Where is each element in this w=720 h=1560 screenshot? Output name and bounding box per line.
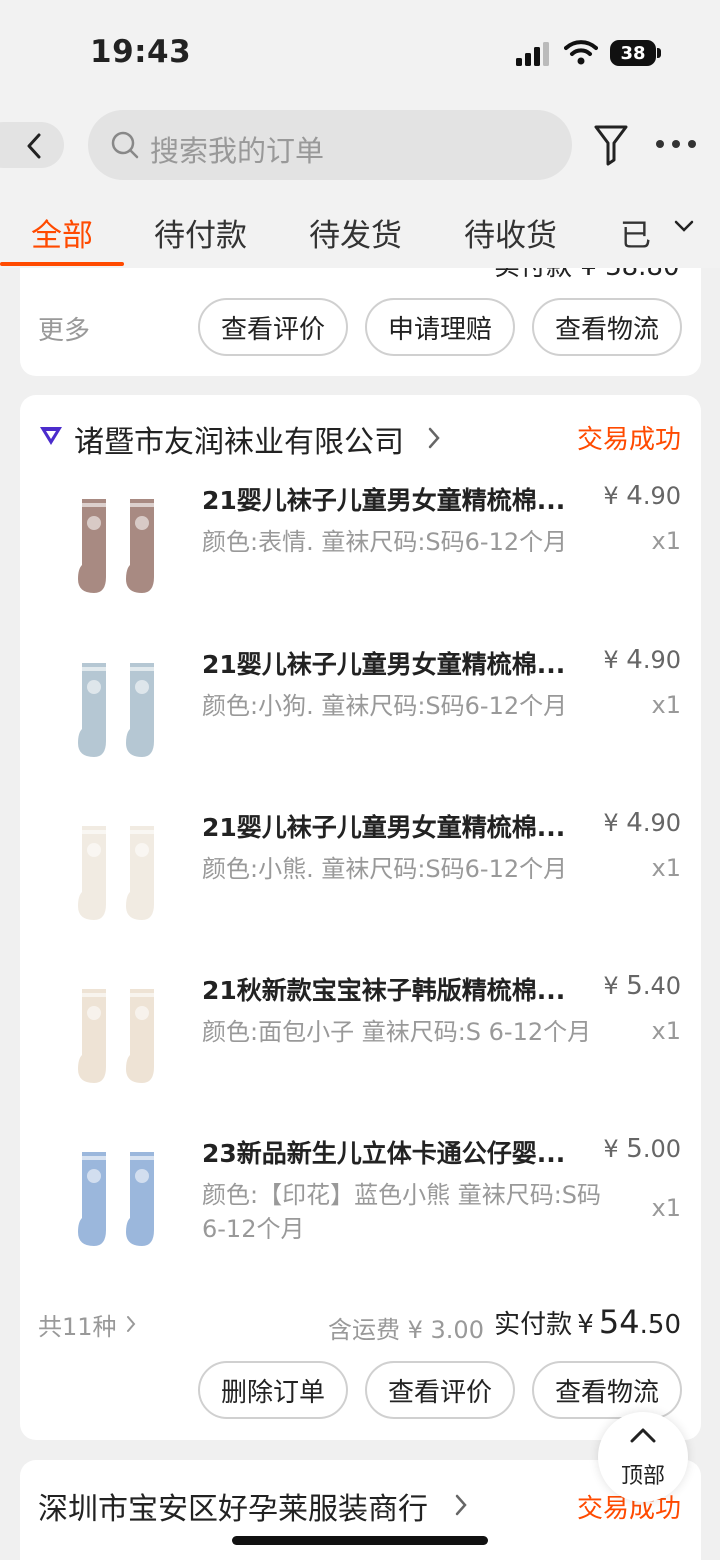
product-thumbnail[interactable] [64, 816, 174, 936]
view-review-button[interactable]: 查看评价 [365, 1361, 515, 1419]
product-thumbnail[interactable] [64, 979, 174, 1099]
tab-pending-shipment[interactable]: 待发货 [309, 210, 402, 255]
price-symbol: ¥ [603, 482, 619, 510]
chevron-left-icon [27, 133, 41, 159]
battery-level: 38 [620, 42, 646, 64]
paid-amount: 实付款 ¥ 54.50 [494, 1303, 681, 1341]
more-options-icon[interactable] [656, 140, 696, 148]
price-dec: .00 [642, 1135, 681, 1163]
scroll-to-top-label: 顶部 [620, 1464, 665, 1489]
chevron-right-icon [455, 1494, 467, 1516]
product-spec: 颜色:【印花】蓝色小熊 童袜尺码:S码6-12个月 [202, 1181, 602, 1243]
price-dec: .90 [642, 646, 681, 674]
shipping-fee: 含运费 ¥ 3.00 [328, 1316, 484, 1344]
view-review-button[interactable]: 查看评价 [198, 298, 348, 356]
product-title[interactable]: 21婴儿袜子儿童男女童精梳棉... [202, 645, 582, 681]
search-input[interactable]: 搜索我的订单 [88, 110, 572, 180]
price-int: 5 [626, 971, 643, 1001]
filter-icon[interactable] [594, 124, 628, 166]
wifi-icon [564, 40, 598, 65]
paid-int: 54 [598, 1303, 640, 1341]
product-title[interactable]: 21婴儿袜子儿童男女童精梳棉... [202, 481, 582, 517]
product-thumbnail[interactable] [64, 489, 174, 609]
chevron-up-icon [630, 1428, 656, 1443]
order-card: 诸暨市友润袜业有限公司 交易成功 21婴儿袜子儿童男女童精梳棉... 颜色:表情.… [20, 395, 701, 1440]
battery-tip [657, 48, 661, 58]
price-int: 5 [626, 1134, 643, 1164]
price-int: 4 [626, 481, 643, 511]
price-symbol: ¥ [603, 972, 619, 1000]
shop-name[interactable]: 深圳市宝安区好孕莱服装商行 [38, 1484, 428, 1528]
search-placeholder: 搜索我的订单 [150, 134, 325, 168]
delete-order-button[interactable]: 删除订单 [198, 1361, 348, 1419]
product-quantity: x1 [651, 1017, 681, 1045]
product-quantity: x1 [651, 527, 681, 555]
order-item[interactable]: 21婴儿袜子儿童男女童精梳棉... 颜色:表情. 童袜尺码:S码6-12个月 ¥ 4… [20, 475, 701, 638]
product-price: ¥ 5.40 [603, 971, 681, 1001]
tab-pending-receipt[interactable]: 待收货 [464, 210, 557, 255]
product-quantity: x1 [651, 854, 681, 882]
product-price: ¥ 4.90 [603, 481, 681, 511]
back-button[interactable] [0, 122, 64, 168]
view-logistics-button[interactable]: 查看物流 [532, 298, 682, 356]
price-dec: .40 [642, 972, 681, 1000]
chevron-right-icon [428, 427, 440, 449]
order-item[interactable]: 23新品新生儿立体卡通公仔婴... 颜色:【印花】蓝色小熊 童袜尺码:S码6-12… [20, 1128, 701, 1291]
price-dec: .90 [642, 482, 681, 510]
shop-badge-icon [40, 427, 62, 445]
tab-all[interactable]: 全部 [31, 210, 93, 255]
home-indicator [232, 1536, 488, 1545]
product-quantity: x1 [651, 1194, 681, 1222]
product-price: ¥ 5.00 [603, 1134, 681, 1164]
order-item[interactable]: 21婴儿袜子儿童男女童精梳棉... 颜色:小熊. 童袜尺码:S码6-12个月 ¥ 4… [20, 802, 701, 965]
order-status: 交易成功 [576, 425, 681, 455]
paid-symbol: ¥ [577, 1310, 594, 1340]
paid-dec: .50 [639, 1310, 681, 1340]
clipped-paid-text: 实付款 ¥ 38.80 [494, 268, 680, 283]
tab-completed[interactable]: 已 [620, 210, 651, 255]
view-logistics-button[interactable]: 查看物流 [532, 1361, 682, 1419]
search-icon [111, 131, 139, 159]
active-tab-indicator [0, 262, 124, 266]
product-spec: 颜色:小熊. 童袜尺码:S码6-12个月 [202, 855, 568, 883]
price-int: 4 [626, 645, 643, 675]
product-spec: 颜色:小狗. 童袜尺码:S码6-12个月 [202, 692, 568, 720]
cellular-signal-icon [516, 42, 549, 66]
scroll-to-top-button[interactable]: 顶部 [598, 1412, 688, 1502]
order-item[interactable]: 21婴儿袜子儿童男女童精梳棉... 颜色:小狗. 童袜尺码:S码6-12个月 ¥ 4… [20, 639, 701, 802]
status-time: 19:43 [90, 34, 192, 70]
more-link[interactable]: 更多 [38, 310, 90, 347]
product-spec: 颜色:面包小子 童袜尺码:S 6-12个月 [202, 1018, 592, 1046]
previous-order-card: 实付款 ¥ 38.80 更多 查看评价 申请理赔 查看物流 [20, 268, 701, 376]
order-tabs: 全部 待付款 待发货 待收货 已 [0, 200, 720, 268]
tab-pending-payment[interactable]: 待付款 [154, 210, 247, 255]
battery-icon: 38 [610, 40, 656, 66]
chevron-right-icon [127, 1316, 136, 1332]
product-spec: 颜色:表情. 童袜尺码:S码6-12个月 [202, 528, 568, 556]
item-kinds-count[interactable]: 共11种 [38, 1307, 117, 1342]
apply-claim-button[interactable]: 申请理赔 [365, 298, 515, 356]
product-price: ¥ 4.90 [603, 645, 681, 675]
paid-label: 实付款 [494, 1310, 573, 1340]
status-bar: 19:43 38 [0, 0, 720, 100]
product-title[interactable]: 21婴儿袜子儿童男女童精梳棉... [202, 808, 582, 844]
shop-name[interactable]: 诸暨市友润袜业有限公司 [74, 417, 404, 461]
product-price: ¥ 4.90 [603, 808, 681, 838]
price-symbol: ¥ [603, 809, 619, 837]
price-symbol: ¥ [603, 646, 619, 674]
chevron-down-icon[interactable] [672, 218, 696, 234]
product-title[interactable]: 23新品新生儿立体卡通公仔婴... [202, 1134, 582, 1170]
top-search-bar: 搜索我的订单 [0, 100, 720, 200]
order-item[interactable]: 21秋新款宝宝袜子韩版精梳棉... 颜色:面包小子 童袜尺码:S 6-12个月 ¥ … [20, 965, 701, 1128]
product-thumbnail[interactable] [64, 653, 174, 773]
product-quantity: x1 [651, 691, 681, 719]
product-title[interactable]: 21秋新款宝宝袜子韩版精梳棉... [202, 971, 582, 1007]
product-thumbnail[interactable] [64, 1142, 174, 1262]
price-int: 4 [626, 808, 643, 838]
price-symbol: ¥ [603, 1135, 619, 1163]
price-dec: .90 [642, 809, 681, 837]
